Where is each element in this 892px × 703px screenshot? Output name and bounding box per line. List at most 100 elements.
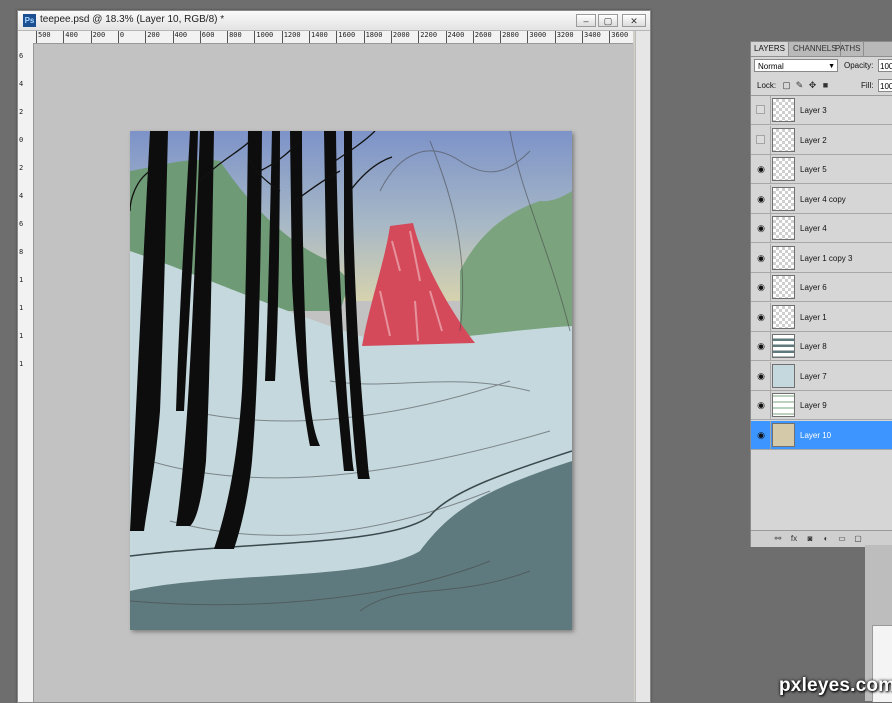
document-window: Ps teepee.psd @ 18.3% (Layer 10, RGB/8) … (17, 10, 651, 703)
layer-thumbnail[interactable] (772, 393, 795, 417)
ruler-tick-label: 3400 (582, 31, 601, 43)
maximize-button[interactable]: ▢ (598, 14, 618, 27)
layer-row[interactable]: ◉ Layer 10 (751, 420, 892, 450)
layer-row[interactable]: Layer 3 (751, 96, 892, 125)
layer-thumbnail[interactable] (772, 186, 795, 211)
lock-transparency-icon[interactable]: ▢ (782, 81, 791, 90)
divider (770, 273, 771, 302)
layer-row[interactable]: ◉ Layer 6 (751, 273, 892, 302)
ruler-tick-label: 1 (19, 276, 24, 284)
close-button[interactable]: ✕ (622, 14, 646, 27)
new-layer-icon[interactable]: ▢ (853, 534, 863, 544)
layer-row[interactable]: ◉ Layer 5 (751, 155, 892, 184)
tab-paths[interactable]: PATHS (832, 42, 865, 56)
fx-icon[interactable]: fx (789, 534, 799, 544)
layer-thumbnail[interactable] (772, 127, 795, 152)
lock-position-icon[interactable]: ✥ (808, 81, 817, 90)
opacity-input[interactable]: 100 (878, 59, 892, 72)
watermark: pxleyes.com (779, 675, 892, 696)
layer-row[interactable]: ◉ Layer 1 copy 3 (751, 243, 892, 273)
layer-row[interactable]: ◉ Layer 8 (751, 332, 892, 361)
layer-name[interactable]: Layer 4 copy (800, 195, 846, 204)
ruler-tick-label: 800 (227, 31, 242, 43)
layers-panel: LAYERS CHANNELS PATHS Normal ▼ Opacity: … (750, 41, 892, 547)
minimize-button[interactable]: – (576, 14, 596, 27)
ruler-tick-label: 0 (19, 136, 24, 144)
ruler-tick-label: 500 (36, 31, 51, 43)
layer-thumbnail[interactable] (772, 98, 795, 122)
link-icon[interactable]: ⚯ (773, 534, 783, 544)
layer-thumbnail[interactable] (772, 304, 795, 329)
layer-thumbnail[interactable] (772, 363, 795, 388)
lock-pixels-icon[interactable]: ✎ (795, 81, 804, 90)
ruler-tick-label: 200 (145, 31, 160, 43)
layer-name[interactable]: Layer 1 (800, 313, 827, 322)
eye-icon[interactable]: ◉ (756, 253, 766, 263)
layer-thumbnail[interactable] (772, 157, 795, 181)
eye-icon[interactable]: ◉ (756, 194, 766, 204)
ruler-tick-label: 2400 (445, 31, 465, 43)
layer-name[interactable]: Layer 9 (800, 401, 827, 410)
fill-input[interactable]: 100 (878, 79, 892, 92)
eye-icon[interactable]: ◉ (756, 430, 766, 440)
eye-icon[interactable]: ◉ (756, 312, 766, 322)
ruler-tick-label: 2000 (390, 31, 410, 43)
title-bar[interactable]: Ps teepee.psd @ 18.3% (Layer 10, RGB/8) … (18, 11, 650, 31)
layer-row[interactable]: ◉ Layer 4 copy (751, 184, 892, 214)
ruler-tick-label: 3600 (609, 31, 629, 43)
vertical-ruler[interactable]: 6 4 2 0 2 4 6 8 1 1 1 1 (18, 43, 34, 702)
layer-thumbnail[interactable] (772, 216, 795, 240)
ruler-tick-label: 600 (199, 31, 215, 43)
layer-name[interactable]: Layer 10 (800, 431, 831, 440)
ruler-tick-label: 200 (90, 31, 106, 43)
layer-row[interactable]: Layer 2 (751, 125, 892, 155)
layer-name[interactable]: Layer 1 copy 3 (800, 254, 852, 263)
layer-name[interactable]: Layer 3 (800, 106, 827, 115)
lock-all-icon[interactable]: ■ (821, 81, 830, 90)
layer-row[interactable]: ◉ Layer 9 (751, 391, 892, 420)
layer-name[interactable]: Layer 6 (800, 283, 827, 292)
ruler-tick-label: 3200 (554, 31, 574, 43)
divider (770, 420, 771, 450)
visibility-toggle[interactable] (756, 105, 765, 114)
eye-icon[interactable]: ◉ (756, 400, 766, 410)
layer-thumbnail[interactable] (772, 275, 795, 299)
eye-icon[interactable]: ◉ (756, 164, 766, 174)
layer-name[interactable]: Layer 4 (800, 224, 827, 233)
layer-name[interactable]: Layer 7 (800, 372, 827, 381)
mask-icon[interactable]: ◙ (805, 534, 815, 544)
layer-row[interactable]: ◉ Layer 7 (751, 361, 892, 391)
blend-mode-select[interactable]: Normal ▼ (754, 59, 838, 72)
layer-row[interactable]: ◉ Layer 4 (751, 214, 892, 243)
ruler-tick-label: 1000 (254, 31, 274, 43)
eye-icon[interactable]: ◉ (756, 223, 766, 233)
ruler-tick-label: 400 (63, 31, 78, 43)
ruler-tick-label: 1800 (363, 31, 383, 43)
layer-thumbnail[interactable] (772, 334, 795, 358)
divider (770, 125, 771, 155)
vertical-scrollbar[interactable] (635, 31, 650, 702)
document-title: teepee.psd @ 18.3% (Layer 10, RGB/8) * (40, 14, 225, 25)
eye-icon[interactable]: ◉ (756, 282, 766, 292)
adjustment-icon[interactable]: ◐ (821, 534, 831, 544)
ruler-tick-label: 4 (19, 80, 24, 88)
ruler-tick-label: 3000 (527, 31, 547, 43)
artwork-canvas[interactable] (130, 131, 572, 630)
eye-icon[interactable]: ◉ (756, 341, 766, 351)
visibility-toggle[interactable] (756, 134, 765, 144)
folder-icon[interactable]: ▭ (837, 534, 847, 544)
eye-icon[interactable]: ◉ (756, 371, 766, 381)
divider (770, 96, 771, 125)
layer-name[interactable]: Layer 2 (800, 136, 827, 145)
tab-layers[interactable]: LAYERS (751, 42, 789, 56)
horizontal-ruler[interactable]: 500 400 200 0 200 400 600 800 1000 1200 1400 1600 18… (33, 31, 633, 44)
canvas-workspace[interactable] (34, 44, 634, 702)
layer-thumbnail[interactable] (772, 422, 795, 447)
ruler-tick-label: 8 (19, 248, 24, 256)
layer-name[interactable]: Layer 5 (800, 165, 827, 174)
ruler-tick-label: 400 (172, 31, 188, 43)
ruler-tick-label: 2200 (418, 31, 438, 43)
layer-name[interactable]: Layer 8 (800, 342, 827, 351)
layer-thumbnail[interactable] (772, 245, 795, 270)
layer-row[interactable]: ◉ Layer 1 (751, 302, 892, 332)
